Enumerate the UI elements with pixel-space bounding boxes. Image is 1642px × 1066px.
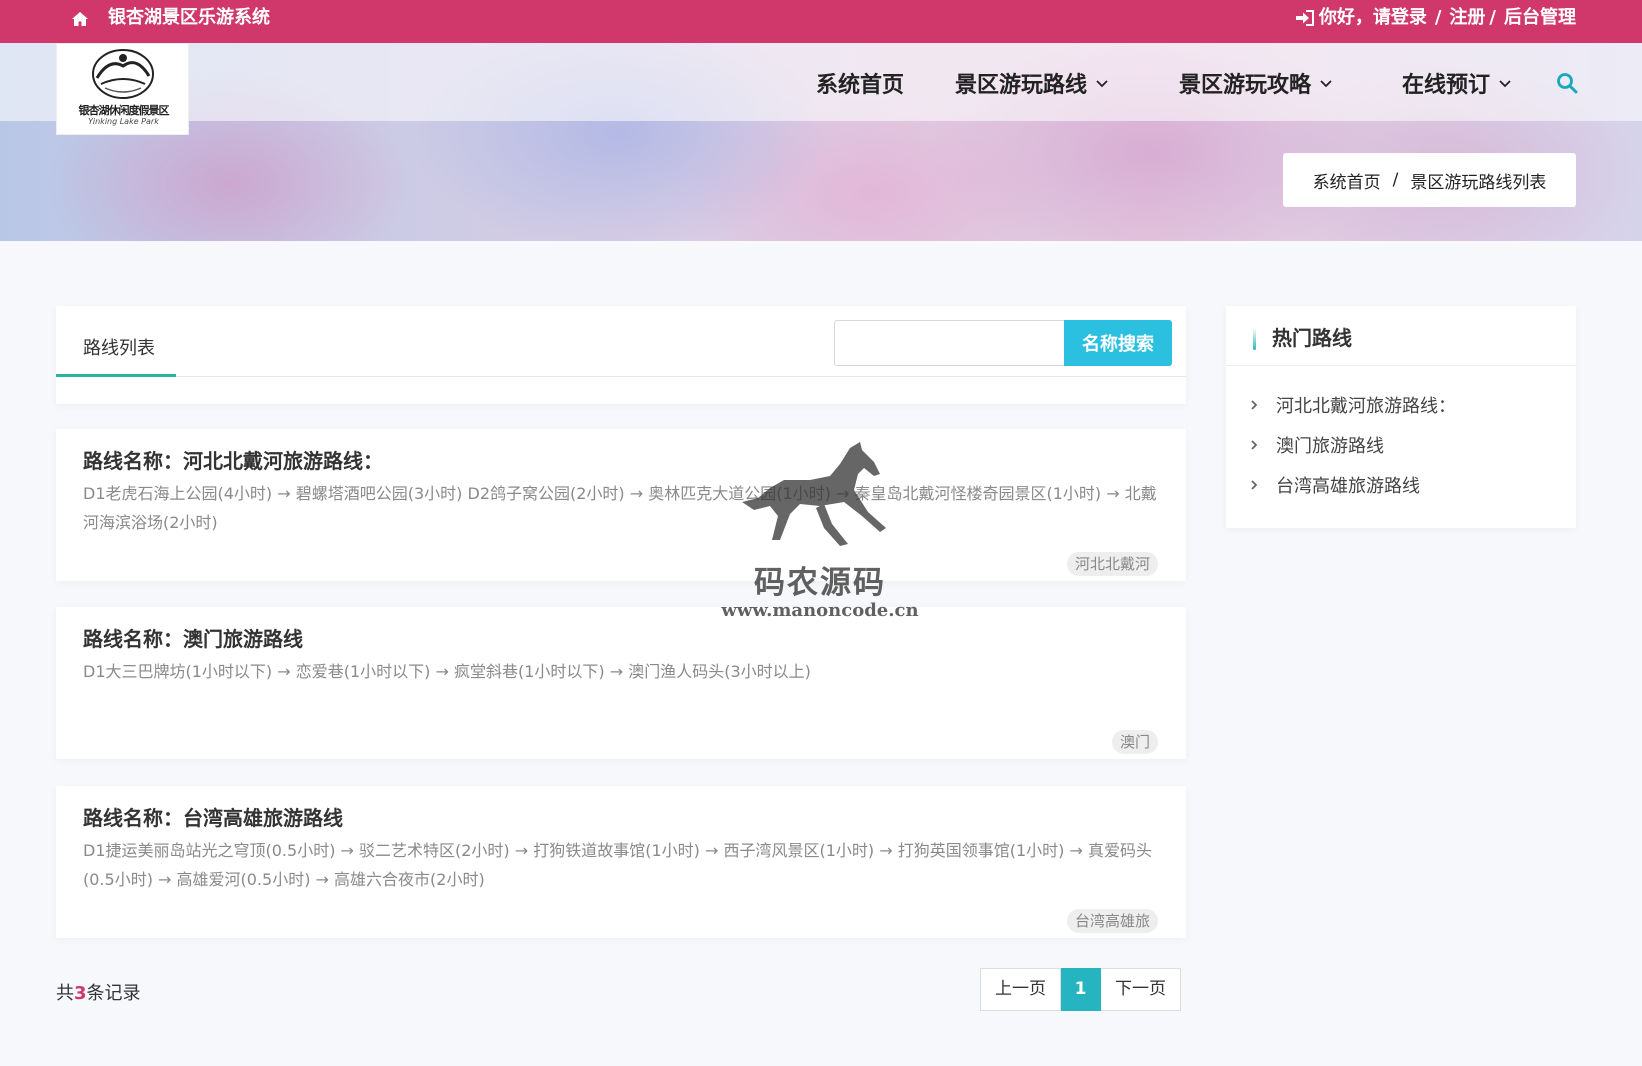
title-accent-bar — [1253, 328, 1256, 350]
horse-watermark-icon — [742, 442, 886, 546]
route-list-header: 路线列表 名称搜索 — [56, 306, 1186, 404]
nav-label: 景区游玩路线 — [955, 73, 1088, 98]
chevron-down-icon — [1320, 80, 1332, 88]
logo-subtitle: Yinking Lake Park — [88, 117, 159, 126]
tab-divider — [56, 376, 1186, 377]
chevron-right-icon — [1251, 480, 1258, 490]
separator: / — [1489, 7, 1496, 28]
record-count: 共3条记录 — [56, 979, 141, 1005]
site-name[interactable]: 银杏湖景区乐游系统 — [108, 5, 270, 31]
nav-label: 景区游玩攻略 — [1179, 73, 1312, 98]
nav-item-guides[interactable]: 景区游玩攻略 — [1179, 63, 1333, 103]
hot-route-label: 澳门旅游路线 — [1276, 436, 1384, 457]
top-bar: 银杏湖景区乐游系统 你好，请登录 / 注册 / 后台管理 — [0, 0, 1642, 43]
next-page-button[interactable]: 下一页 — [1101, 968, 1181, 1011]
route-title[interactable]: 路线名称：河北北戴河旅游路线： — [83, 445, 383, 474]
site-logo[interactable]: 银杏湖休闲度假景区 Yinking Lake Park — [56, 43, 189, 135]
hot-route-label: 河北北戴河旅游路线： — [1276, 396, 1456, 417]
hot-route-item[interactable]: 河北北戴河旅游路线： — [1248, 390, 1456, 420]
search-input[interactable] — [834, 320, 1066, 366]
name-search-button[interactable]: 名称搜索 — [1064, 320, 1172, 366]
search-icon[interactable] — [1556, 72, 1578, 94]
breadcrumb-separator: / — [1392, 170, 1399, 190]
route-tag: 河北北戴河 — [1066, 552, 1158, 576]
route-description: D1捷运美丽岛站光之穹顶(0.5小时) → 驳二艺术特区(2小时) → 打狗铁道… — [83, 841, 1152, 889]
route-card[interactable]: 路线名称：澳门旅游路线 D1大三巴牌坊(1小时以下) → 恋爱巷(1小时以下) … — [56, 607, 1186, 759]
watermark-url: www.manoncode.cn — [721, 600, 919, 621]
route-tag: 澳门 — [1111, 730, 1158, 754]
home-icon[interactable] — [70, 9, 90, 29]
login-link[interactable]: 你好，请登录 — [1319, 5, 1427, 31]
hot-route-item[interactable]: 澳门旅游路线 — [1248, 430, 1384, 460]
route-description: D1大三巴牌坊(1小时以下) → 恋爱巷(1小时以下) → 疯堂斜巷(1小时以下… — [83, 662, 811, 681]
logo-emblem-icon — [92, 49, 154, 99]
nav-label: 在线预订 — [1402, 73, 1491, 98]
tab-route-list[interactable]: 路线列表 — [83, 334, 155, 360]
record-count-suffix: 条记录 — [86, 983, 141, 1004]
hot-routes-title: 热门路线 — [1272, 326, 1352, 350]
breadcrumb-current: 景区游玩路线列表 — [1410, 172, 1547, 193]
watermark-text: 码农源码 — [754, 565, 886, 601]
breadcrumb-home[interactable]: 系统首页 — [1313, 168, 1381, 193]
route-card[interactable]: 路线名称：台湾高雄旅游路线 D1捷运美丽岛站光之穹顶(0.5小时) → 驳二艺术… — [56, 786, 1186, 938]
route-title[interactable]: 路线名称：台湾高雄旅游路线 — [83, 802, 343, 831]
record-count-number: 3 — [74, 983, 87, 1004]
chevron-right-icon — [1251, 440, 1258, 450]
sign-in-icon — [1295, 10, 1314, 26]
page-1-button[interactable]: 1 — [1061, 968, 1101, 1011]
chevron-down-icon — [1499, 80, 1511, 88]
route-card[interactable]: 路线名称：河北北戴河旅游路线： D1老虎石海上公园(4小时) → 碧螺塔酒吧公园… — [56, 429, 1186, 581]
header-banner: 银杏湖休闲度假景区 Yinking Lake Park 系统首页 景区游玩路线 … — [0, 43, 1642, 241]
hot-route-item[interactable]: 台湾高雄旅游路线 — [1248, 470, 1420, 500]
chevron-down-icon — [1096, 80, 1108, 88]
nav-item-routes[interactable]: 景区游玩路线 — [955, 63, 1109, 103]
active-tab-indicator — [56, 374, 176, 377]
user-links: 你好，请登录 / 注册 / 后台管理 — [1295, 5, 1576, 31]
nav-item-home[interactable]: 系统首页 — [816, 63, 904, 103]
record-count-prefix: 共 — [56, 983, 74, 1004]
prev-page-button[interactable]: 上一页 — [980, 968, 1061, 1011]
hot-routes-header: 热门路线 — [1226, 306, 1576, 366]
nav-label: 系统首页 — [816, 73, 905, 98]
chevron-right-icon — [1251, 400, 1258, 410]
route-title[interactable]: 路线名称：澳门旅游路线 — [83, 623, 303, 652]
pagination: 上一页 1 下一页 — [980, 968, 1181, 1011]
route-description: D1老虎石海上公园(4小时) → 碧螺塔酒吧公园(3小时) D2鸽子窝公园(2小… — [83, 484, 1157, 532]
breadcrumb: 系统首页 / 景区游玩路线列表 — [1283, 153, 1576, 207]
admin-link[interactable]: 后台管理 — [1504, 5, 1576, 31]
route-tag: 台湾高雄旅 — [1066, 909, 1158, 933]
logo-name: 银杏湖休闲度假景区 — [78, 104, 170, 117]
register-link[interactable]: 注册 — [1449, 5, 1485, 31]
separator: / — [1434, 7, 1442, 28]
hot-route-label: 台湾高雄旅游路线 — [1276, 476, 1420, 497]
hot-routes-panel: 热门路线 河北北戴河旅游路线： 澳门旅游路线 台湾高雄旅游路线 — [1226, 306, 1576, 528]
nav-item-booking[interactable]: 在线预订 — [1402, 63, 1512, 103]
